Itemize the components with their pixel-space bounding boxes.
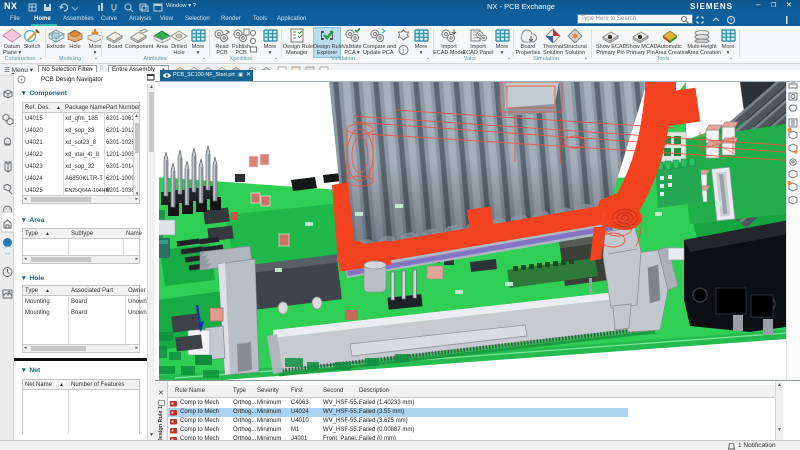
svg-text:?: ? [730, 19, 733, 25]
svg-text:i: i [402, 48, 404, 55]
